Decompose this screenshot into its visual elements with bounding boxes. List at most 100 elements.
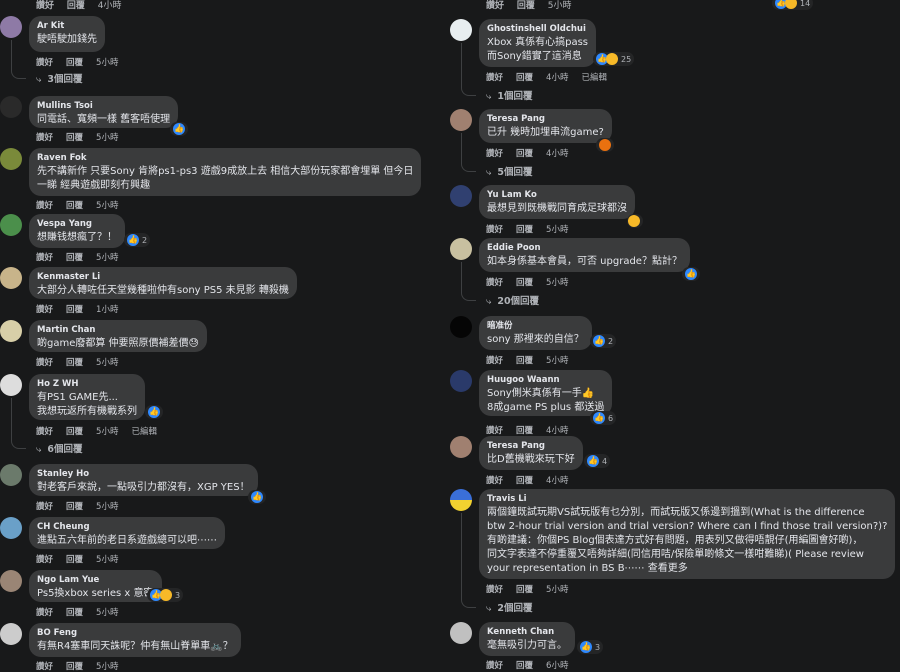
comment-author[interactable]: 暗准份: [487, 320, 584, 333]
comment-time[interactable]: 4小時: [546, 149, 568, 159]
comment-author[interactable]: Teresa Pang: [487, 440, 575, 453]
reaction-badge[interactable]: [627, 214, 643, 228]
reaction-badge[interactable]: [596, 138, 614, 152]
avatar[interactable]: [0, 16, 22, 38]
comment-time[interactable]: 5小時: [96, 201, 118, 211]
view-replies-link[interactable]: ⤷ 2個回覆: [486, 600, 532, 614]
reaction-badge[interactable]: 👍: [248, 490, 266, 504]
comment-time[interactable]: 5小時: [96, 253, 118, 263]
reaction-badge[interactable]: 👍: [682, 267, 700, 281]
comment-author[interactable]: Eddie Poon: [487, 242, 682, 255]
comment-author[interactable]: Ngo Lam Yue: [37, 574, 154, 587]
avatar[interactable]: [0, 148, 22, 170]
avatar[interactable]: [450, 238, 472, 260]
like-link[interactable]: 讚好: [486, 356, 503, 366]
comment-time[interactable]: 5小時: [96, 58, 118, 68]
view-replies-link[interactable]: ⤷ 1個回覆: [486, 88, 532, 102]
comment-time[interactable]: 5小時: [96, 133, 118, 143]
avatar[interactable]: [0, 96, 22, 118]
comment-time[interactable]: 5小時: [96, 608, 118, 618]
comment-author[interactable]: Vespa Yang: [37, 218, 117, 231]
reply-link[interactable]: 回覆: [66, 358, 83, 368]
avatar[interactable]: [450, 370, 472, 392]
comment-author[interactable]: Kenmaster Li: [37, 271, 289, 284]
comment-author[interactable]: Huugoo Waann: [487, 374, 604, 387]
view-replies-link[interactable]: ⤷ 20個回覆: [486, 293, 539, 307]
like-link[interactable]: 讚好: [486, 661, 503, 671]
comment-time[interactable]: 5小時: [96, 358, 118, 368]
comment-time[interactable]: 5小時: [548, 1, 572, 11]
reaction-badge[interactable]: 👍: [170, 122, 188, 136]
like-link[interactable]: 讚好: [36, 555, 53, 565]
like-link[interactable]: 讚好: [36, 58, 53, 68]
reaction-badge[interactable]: 👍: [145, 405, 163, 419]
comment-author[interactable]: Ghostinshell Oldchui: [487, 23, 588, 36]
reaction-badge[interactable]: 👍 3: [577, 640, 604, 654]
comment-author[interactable]: CH Cheung: [37, 521, 217, 534]
comment-author[interactable]: Kenneth Chan: [487, 626, 567, 639]
comment-author[interactable]: BO Feng: [37, 627, 233, 640]
avatar[interactable]: [450, 489, 472, 511]
reaction-badge[interactable]: 👍 4: [584, 454, 611, 468]
like-link[interactable]: 讚好: [486, 73, 503, 83]
view-replies-link[interactable]: ⤷ 6個回覆: [36, 441, 82, 455]
comment-author[interactable]: Ar Kit: [37, 20, 97, 33]
reaction-badge[interactable]: 👍 25: [593, 52, 635, 66]
comment-time[interactable]: 5小時: [546, 356, 568, 366]
reply-link[interactable]: 回覆: [516, 426, 533, 436]
reply-link[interactable]: 回覆: [66, 201, 83, 211]
comment-author[interactable]: Yu Lam Ko: [487, 189, 627, 202]
comment-time[interactable]: 5小時: [546, 278, 568, 288]
reply-link[interactable]: 回覆: [66, 608, 83, 618]
comment-time[interactable]: 4小時: [98, 1, 122, 11]
comment-time[interactable]: 5小時: [546, 225, 568, 235]
like-link[interactable]: 讚好: [36, 1, 54, 11]
avatar[interactable]: [450, 436, 472, 458]
reply-link[interactable]: 回覆: [516, 73, 533, 83]
like-link[interactable]: 讚好: [36, 502, 53, 512]
like-link[interactable]: 讚好: [486, 476, 503, 486]
like-link[interactable]: 讚好: [36, 608, 53, 618]
like-link[interactable]: 讚好: [36, 133, 53, 143]
like-link[interactable]: 讚好: [486, 149, 503, 159]
avatar[interactable]: [0, 623, 22, 645]
avatar[interactable]: [0, 570, 22, 592]
comment-author[interactable]: Ho Z WH: [37, 378, 137, 391]
like-link[interactable]: 讚好: [486, 1, 504, 11]
reply-link[interactable]: 回覆: [67, 1, 85, 11]
reply-link[interactable]: 回覆: [516, 661, 533, 671]
view-replies-link[interactable]: ⤷ 5個回覆: [486, 164, 532, 178]
like-link[interactable]: 讚好: [36, 427, 53, 437]
avatar[interactable]: [0, 267, 22, 289]
reply-link[interactable]: 回覆: [516, 149, 533, 159]
reply-link[interactable]: 回覆: [516, 476, 533, 486]
like-link[interactable]: 讚好: [486, 585, 503, 595]
avatar[interactable]: [450, 109, 472, 131]
comment-time[interactable]: 5小時: [96, 502, 118, 512]
comment-author[interactable]: Mullins Tsoi: [37, 100, 170, 113]
reply-link[interactable]: 回覆: [66, 555, 83, 565]
comment-time[interactable]: 4小時: [546, 426, 568, 436]
reply-link[interactable]: 回覆: [66, 253, 83, 263]
avatar[interactable]: [0, 517, 22, 539]
reply-link[interactable]: 回覆: [66, 133, 83, 143]
avatar[interactable]: [450, 185, 472, 207]
like-link[interactable]: 讚好: [36, 201, 53, 211]
comment-time[interactable]: 5小時: [96, 427, 118, 437]
comment-author[interactable]: Martin Chan: [37, 324, 199, 337]
reply-link[interactable]: 回覆: [66, 305, 83, 315]
comment-time[interactable]: 4小時: [546, 73, 568, 83]
avatar[interactable]: [0, 374, 22, 396]
reaction-badge[interactable]: 👍 2: [124, 233, 151, 247]
reply-link[interactable]: 回覆: [516, 356, 533, 366]
reply-link[interactable]: 回覆: [66, 58, 83, 68]
comment-author[interactable]: Raven Fok: [37, 152, 413, 165]
like-link[interactable]: 讚好: [36, 358, 53, 368]
avatar[interactable]: [450, 622, 472, 644]
avatar[interactable]: [0, 320, 22, 342]
reply-link[interactable]: 回覆: [66, 502, 83, 512]
reaction-badge[interactable]: 👍 2: [590, 334, 617, 348]
like-link[interactable]: 讚好: [36, 253, 53, 263]
comment-time[interactable]: 4小時: [546, 476, 568, 486]
reply-link[interactable]: 回覆: [516, 585, 533, 595]
